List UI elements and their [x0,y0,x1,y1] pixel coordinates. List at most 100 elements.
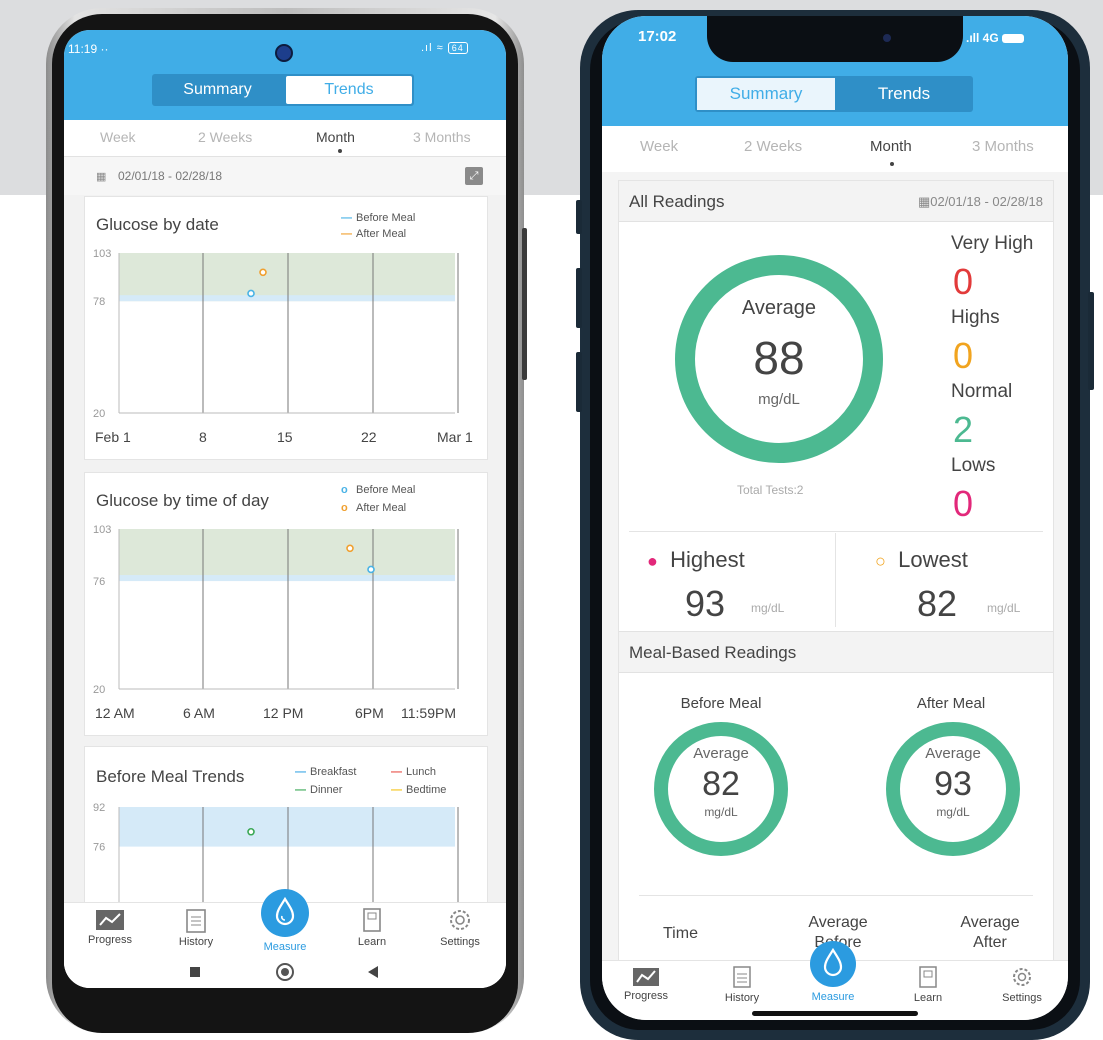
view-segmented-control: Summary Trends [152,74,414,106]
time-range-selector: Week 2 Weeks Month 3 Months [64,120,506,157]
nav-learn[interactable]: Learn [900,965,956,1004]
nav-history[interactable]: History [168,907,224,948]
drop-icon [275,896,295,926]
iphone-screen: 17:02 .ıll 4G Summary Trends Week 2 Week… [602,16,1068,1020]
power-button [1088,292,1094,390]
highest-label: ● Highest [647,547,745,572]
range-3-months[interactable]: 3 Months [972,138,1034,155]
after-avg-value: 93 [934,765,972,803]
nav-settings[interactable]: Settings [432,907,488,948]
calendar-icon: ▦ [917,194,931,209]
bottom-navigation: Progress History Measure Learn Settings [602,941,1068,1020]
nav-progress[interactable]: Progress [618,967,674,1002]
recents-icon[interactable] [190,967,200,977]
x-tick-label: 15 [277,429,293,445]
legend-lunch: — Lunch [391,766,436,778]
highs-label: Highs [951,307,1000,328]
range-month[interactable]: Month [870,138,912,155]
range-2-weeks[interactable]: 2 Weeks [744,138,802,155]
progress-icon [96,910,124,930]
range-3-months[interactable]: 3 Months [413,129,471,145]
battery-icon: 64 [447,42,468,54]
lowest-unit: mg/dL [987,601,1021,615]
all-readings-header: All Readings ▦02/01/18 - 02/28/18 [619,181,1053,222]
date-range: ▦02/01/18 - 02/28/18 [917,194,1043,209]
summary-card: All Readings ▦02/01/18 - 02/28/18 Averag… [618,180,1054,982]
measure-button[interactable] [810,941,856,987]
active-range-indicator [890,162,894,166]
highest-unit: mg/dL [751,601,785,615]
network-type: 4G [982,31,999,45]
legend-dinner: — Dinner [295,784,343,796]
legend-before-meal: o Before Meal [341,484,416,496]
very-high-label: Very High [951,233,1034,254]
tab-summary[interactable]: Summary [697,78,835,110]
measure-button[interactable] [261,889,309,937]
y-tick-label: 103 [93,249,111,260]
before-avg-value: 82 [702,765,740,803]
home-icon[interactable] [276,963,294,981]
range-month[interactable]: Month [316,129,355,145]
after-avg-unit: mg/dL [936,805,970,819]
target-range-lower-band [119,575,455,582]
y-tick-label: 76 [93,842,105,854]
y-tick-label: 92 [93,803,105,814]
divider [639,895,1033,896]
before-avg-unit: mg/dL [704,805,738,819]
very-high-count: 0 [953,261,974,302]
range-week[interactable]: Week [640,138,678,155]
highs-count: 0 [953,335,974,376]
clipboard-icon [733,966,751,988]
lows-label: Lows [951,455,996,476]
yellow-drop-icon: ○ [875,551,886,571]
glucose-by-date-card: Glucose by date — Before Meal — After Meal… [84,196,488,460]
tab-trends[interactable]: Trends [835,76,973,112]
total-tests: Total Tests:2 [737,483,804,497]
nav-settings[interactable]: Settings [994,965,1050,1004]
nav-history[interactable]: History [714,965,770,1004]
x-tick-label: 12 PM [263,705,304,721]
calendar-icon: ▦ [96,171,107,183]
back-icon[interactable] [368,966,378,978]
normal-count: 2 [953,409,974,450]
nav-progress[interactable]: Progress [82,909,138,946]
x-tick-label: 22 [361,429,377,445]
clipboard-icon [186,909,206,933]
nav-learn[interactable]: Learn [344,907,400,948]
range-2-weeks[interactable]: 2 Weeks [198,129,252,145]
status-time: 11:19 ·· [68,42,109,56]
progress-icon [633,968,659,986]
tab-trends[interactable]: Trends [286,76,412,104]
target-range-band [119,253,455,302]
tab-summary[interactable]: Summary [152,74,283,106]
app-header: 11:19 ·· .ıl ≈ 64 Summary Trends [64,30,506,120]
lowest-label: ○ Lowest [875,547,968,572]
target-range-lower-band [119,295,455,302]
highest-value: 93 [685,583,726,624]
expand-icon[interactable]: ⤢ [465,167,483,185]
date-range-text: 02/01/18 - 02/28/18 [118,169,223,183]
battery-icon [1002,34,1025,44]
chart-legend: — Before Meal — After Meal [341,210,415,242]
average-value: 88 [753,332,805,384]
legend-after-meal: — After Meal [341,228,407,240]
time-range-selector: Week 2 Weeks Month 3 Months [602,126,1068,172]
average-label: Average [741,297,817,319]
y-tick-label: 20 [93,408,105,419]
data-point [259,268,267,277]
gear-icon [450,910,470,930]
front-camera [275,44,293,62]
nav-measure-label[interactable]: Measure [257,941,313,953]
average-unit: mg/dL [758,391,800,408]
range-week[interactable]: Week [100,129,136,145]
chart-title: Glucose by date [96,215,219,234]
legend-before-meal: — Before Meal [341,212,416,224]
app-header: 17:02 .ıll 4G Summary Trends [602,16,1068,126]
mute-switch [576,200,582,234]
glucose-by-date-plot: 103 78 20 [93,249,459,419]
nav-measure-label[interactable]: Measure [805,991,861,1003]
red-drop-icon: ● [647,551,658,571]
normal-label: Normal [951,381,1013,402]
status-time: 17:02 [638,28,677,45]
before-meal-label: Before Meal [680,695,762,712]
